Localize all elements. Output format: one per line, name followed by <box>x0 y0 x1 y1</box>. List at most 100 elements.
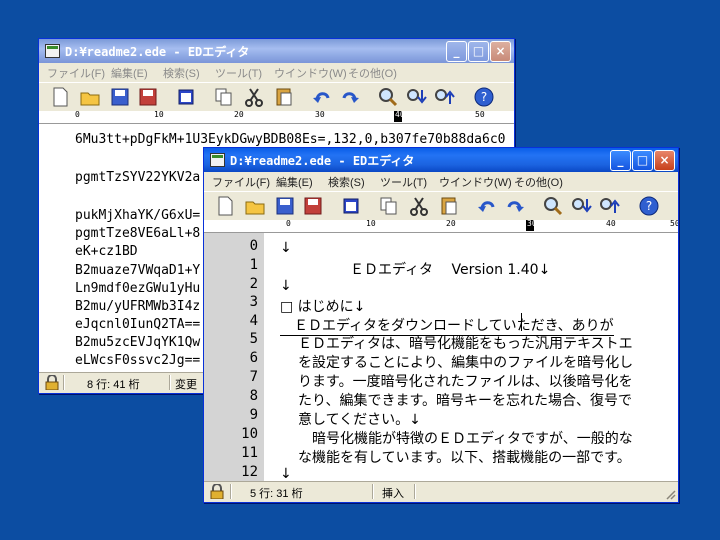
text-line: B2muaze7VWqaD1+Y <box>75 263 201 278</box>
close-button[interactable]: × <box>490 41 511 62</box>
window-icon[interactable] <box>175 86 197 108</box>
text-line: □ はじめに↓ <box>280 299 366 315</box>
new-file-icon[interactable] <box>214 195 236 217</box>
window-icon[interactable] <box>340 195 362 217</box>
line-number: 12 <box>241 464 258 480</box>
save-icon[interactable] <box>109 86 131 108</box>
menu-search[interactable]: 検索(S) <box>328 174 365 190</box>
line-number: 8 <box>249 388 258 404</box>
find-next-icon[interactable] <box>405 86 427 108</box>
front-toolbar: ? <box>204 191 678 221</box>
text-line: Ln9mdf0ezGWu1yHu <box>75 281 201 296</box>
undo-icon[interactable] <box>476 195 498 217</box>
maximize-button[interactable]: □ <box>468 41 489 62</box>
find-next-icon[interactable] <box>570 195 592 217</box>
back-title-bar[interactable]: D:¥readme2.ede - EDエディタ _ □ × <box>39 39 514 63</box>
ruler-label: 0 <box>75 111 80 119</box>
maximize-button[interactable]: □ <box>632 150 653 171</box>
ruler-label: 50 <box>475 111 485 119</box>
ruler-label: 0 <box>286 220 291 228</box>
text-line: B2mu5zcEVJqYK1Qw <box>75 335 201 350</box>
save-all-icon[interactable] <box>302 195 324 217</box>
front-status-bar: 5 行: 31 桁 挿入 <box>204 481 678 502</box>
line-number: 9 <box>249 407 258 423</box>
minimize-button[interactable]: _ <box>446 41 467 62</box>
copy-icon[interactable] <box>378 195 400 217</box>
ruler-label: 20 <box>234 111 244 119</box>
cut-icon[interactable] <box>243 86 265 108</box>
save-icon[interactable] <box>274 195 296 217</box>
menu-file[interactable]: ファイル(F) <box>212 174 270 190</box>
line-number: 10 <box>241 426 258 442</box>
open-folder-icon[interactable] <box>79 86 101 108</box>
text-line: eJqcnl0IunQ2TA== <box>75 317 201 332</box>
menu-edit[interactable]: 編集(E) <box>111 65 148 81</box>
new-file-icon[interactable] <box>49 86 71 108</box>
text-cursor <box>521 313 522 331</box>
menu-tools[interactable]: ツール(T) <box>380 174 427 190</box>
text-line: 6Mu3tt+pDgFkM+1U3EykDGwyBDB08Es=,132,0,b… <box>75 132 506 147</box>
menu-other[interactable]: その他(O) <box>348 65 397 81</box>
text-line: ↓ <box>280 466 292 481</box>
text-line: pgmtTze8VE6aLl+8 <box>75 226 201 241</box>
paste-icon[interactable] <box>438 195 460 217</box>
line-number: 2 <box>249 276 258 292</box>
open-folder-icon[interactable] <box>244 195 266 217</box>
text-line: 意してください。↓ <box>298 412 421 428</box>
line-number: 0 <box>249 238 258 254</box>
redo-icon[interactable] <box>339 86 361 108</box>
text-line: 暗号化機能が特徴のＥＤエディタですが、一般的な <box>298 431 633 447</box>
menu-file[interactable]: ファイル(F) <box>47 65 105 81</box>
line-number: 7 <box>249 369 258 385</box>
line-number: 6 <box>249 350 258 366</box>
find-icon[interactable] <box>542 195 564 217</box>
edit-mode: 挿入 <box>382 488 404 500</box>
redo-icon[interactable] <box>504 195 526 217</box>
front-title-bar[interactable]: D:¥readme2.ede - EDエディタ _ □ × <box>204 148 678 172</box>
text-line: な機能を有しています。以下、搭載機能の一部です。 <box>298 450 631 466</box>
find-icon[interactable] <box>377 86 399 108</box>
menu-window[interactable]: ウインドウ(W) <box>274 65 347 81</box>
menu-other[interactable]: その他(O) <box>514 174 563 190</box>
menu-search[interactable]: 検索(S) <box>163 65 200 81</box>
text-line: ります。一度暗号化されたファイルは、以後暗号化を <box>298 374 633 390</box>
front-window-title: D:¥readme2.ede - EDエディタ <box>230 154 415 168</box>
ruler-label: 10 <box>154 111 164 119</box>
front-text-area[interactable]: 0 1 2 3 4 5 6 7 8 9 10 11 12 ↓ ＥＤエディタ Version 1.40↓ … <box>204 233 678 481</box>
help-icon[interactable]: ? <box>638 195 660 217</box>
text-line: ↓ <box>280 240 292 256</box>
lock-icon <box>45 375 59 390</box>
ruler-label: 20 <box>446 220 456 228</box>
close-button[interactable]: × <box>654 150 675 171</box>
back-window-title: D:¥readme2.ede - EDエディタ <box>65 45 250 59</box>
menu-tools[interactable]: ツール(T) <box>215 65 262 81</box>
text-line: ＥＤエディタ Version 1.40↓ <box>280 262 551 278</box>
save-all-icon[interactable] <box>137 86 159 108</box>
resize-grip-icon[interactable] <box>664 488 676 500</box>
ruler-label: 40 <box>395 111 405 119</box>
app-icon[interactable] <box>45 44 60 58</box>
find-prev-icon[interactable] <box>433 86 455 108</box>
back-ruler: 0 10 20 30 40 50 <box>39 111 514 124</box>
minimize-button[interactable]: _ <box>610 150 631 171</box>
text-line: pgmtTzSYV22YKV2a <box>75 170 201 185</box>
cut-icon[interactable] <box>408 195 430 217</box>
front-menu-bar: ファイル(F) 編集(E) 検索(S) ツール(T) ウインドウ(W) その他(… <box>204 172 678 190</box>
text-line: ↓ <box>280 278 292 294</box>
text-line: を設定することにより、編集中のファイルを暗号化し <box>298 355 634 371</box>
paste-icon[interactable] <box>273 86 295 108</box>
menu-edit[interactable]: 編集(E) <box>276 174 313 190</box>
undo-icon[interactable] <box>311 86 333 108</box>
copy-icon[interactable] <box>213 86 235 108</box>
app-icon[interactable] <box>210 153 225 167</box>
find-prev-icon[interactable] <box>598 195 620 217</box>
menu-window[interactable]: ウインドウ(W) <box>439 174 512 190</box>
back-toolbar: ? <box>39 82 514 112</box>
line-number: 1 <box>249 257 258 273</box>
help-icon[interactable]: ? <box>473 86 495 108</box>
lock-icon <box>210 484 224 499</box>
text-line: eK+cz1BD <box>75 244 138 259</box>
text-line: たり、編集できます。暗号キーを忘れた場合、復号で <box>298 393 633 409</box>
front-editor-window[interactable]: D:¥readme2.ede - EDエディタ _ □ × ファイル(F) 編集… <box>203 147 679 503</box>
line-number: 11 <box>241 445 258 461</box>
